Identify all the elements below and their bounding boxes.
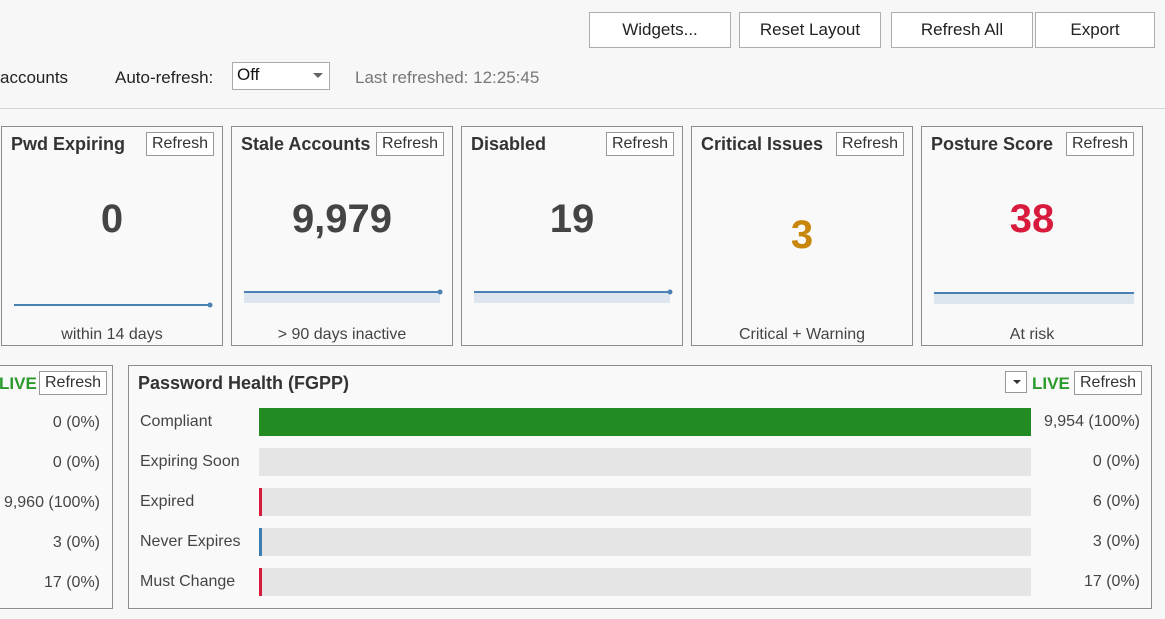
bar-value: 3 (0%): [1092, 533, 1140, 550]
bar-label: Must Change: [140, 573, 236, 590]
live-indicator: LIVE: [1032, 374, 1070, 393]
list-item-value: 9,960 (100%): [3, 494, 100, 511]
card-value: 0: [100, 197, 124, 241]
list-item-value: 0 (0%): [52, 414, 100, 431]
bar-value: 17 (0%): [1083, 573, 1140, 590]
card-value: 9,979: [291, 197, 393, 241]
bar-label: Expiring Soon: [140, 453, 240, 470]
export-button[interactable]: Export: [1035, 12, 1155, 48]
card-value: 19: [549, 197, 595, 241]
card-value: 38: [1009, 197, 1055, 241]
widgets-button[interactable]: Widgets...: [589, 12, 731, 48]
options-bar: accounts Auto-refresh: Off Last refreshe…: [0, 60, 1165, 96]
reset-layout-button[interactable]: Reset Layout: [739, 12, 881, 48]
card-title: Disabled: [471, 134, 547, 154]
bar-fill: [259, 568, 263, 596]
card-posture-score: Posture Score Refresh 38 At risk: [921, 126, 1143, 346]
live-indicator: LIVE: [0, 374, 37, 393]
card-subtitle: At risk: [1009, 326, 1055, 343]
bar-fill: [259, 408, 1031, 436]
card-title: Stale Accounts: [241, 134, 371, 154]
card-title: Critical Issues: [701, 134, 824, 154]
list-item-value: 0 (0%): [52, 454, 100, 471]
bar-label: Expired: [140, 493, 195, 510]
card-refresh-button[interactable]: Refresh: [1065, 132, 1134, 156]
bar-track: [259, 528, 1031, 556]
card-title: Posture Score: [931, 134, 1054, 154]
bar-track: [259, 488, 1031, 516]
refresh-all-button[interactable]: Refresh All: [891, 12, 1033, 48]
card-subtitle: > 90 days inactive: [277, 326, 407, 343]
divider: [0, 108, 1165, 109]
card-stale-accounts: Stale Accounts Refresh 9,979 > 90 days i…: [231, 126, 453, 346]
card-title: Pwd Expiring: [11, 134, 126, 154]
panel-title: Password Health (FGPP): [138, 373, 350, 393]
auto-refresh-select[interactable]: Off: [232, 62, 330, 90]
left-panel: LIVE Refresh 0 (0%) 0 (0%) 9,960 (100%) …: [0, 365, 113, 609]
sparkline-chart: [474, 289, 673, 303]
refresh-button[interactable]: Refresh: [39, 371, 108, 395]
auto-refresh-value: Off: [237, 65, 260, 84]
bar-label: Never Expires: [140, 533, 241, 550]
bar-track: [259, 408, 1031, 436]
bar-track: [259, 448, 1031, 476]
card-pwd-expiring: Pwd Expiring Refresh 0 within 14 days: [1, 126, 223, 346]
refresh-button[interactable]: Refresh: [1074, 371, 1143, 395]
panel-dropdown-button[interactable]: [1005, 371, 1027, 393]
bar-label: Compliant: [140, 413, 213, 430]
card-critical-issues: Critical Issues Refresh 3 Critical + War…: [691, 126, 913, 346]
card-refresh-button[interactable]: Refresh: [375, 132, 444, 156]
bar-track: [259, 568, 1031, 596]
chevron-down-icon: [1013, 380, 1021, 384]
sparkline-chart: [244, 289, 443, 303]
chevron-down-icon: [313, 73, 323, 78]
bar-fill: [259, 488, 263, 516]
card-refresh-button[interactable]: Refresh: [605, 132, 674, 156]
list-item-value: 3 (0%): [52, 534, 100, 551]
bar-fill: [259, 528, 263, 556]
bar-value: 0 (0%): [1092, 453, 1140, 470]
card-value: 3: [790, 213, 814, 257]
password-health-panel: Password Health (FGPP) LIVE Refresh Comp…: [128, 365, 1152, 609]
sparkline-chart: [934, 292, 1134, 304]
list-item-value: 17 (0%): [43, 574, 100, 591]
auto-refresh-label: Auto-refresh:: [115, 68, 214, 87]
card-refresh-button[interactable]: Refresh: [145, 132, 214, 156]
last-refreshed-text: Last refreshed: 12:25:45: [355, 68, 540, 87]
bar-value: 9,954 (100%): [1043, 413, 1140, 430]
card-disabled: Disabled Refresh 19: [461, 126, 683, 346]
card-subtitle: Critical + Warning: [738, 326, 866, 343]
card-subtitle: within 14 days: [61, 326, 163, 343]
card-refresh-button[interactable]: Refresh: [835, 132, 904, 156]
sparkline-chart: [14, 302, 213, 308]
accounts-label: accounts: [0, 68, 69, 87]
bar-value: 6 (0%): [1092, 493, 1140, 510]
